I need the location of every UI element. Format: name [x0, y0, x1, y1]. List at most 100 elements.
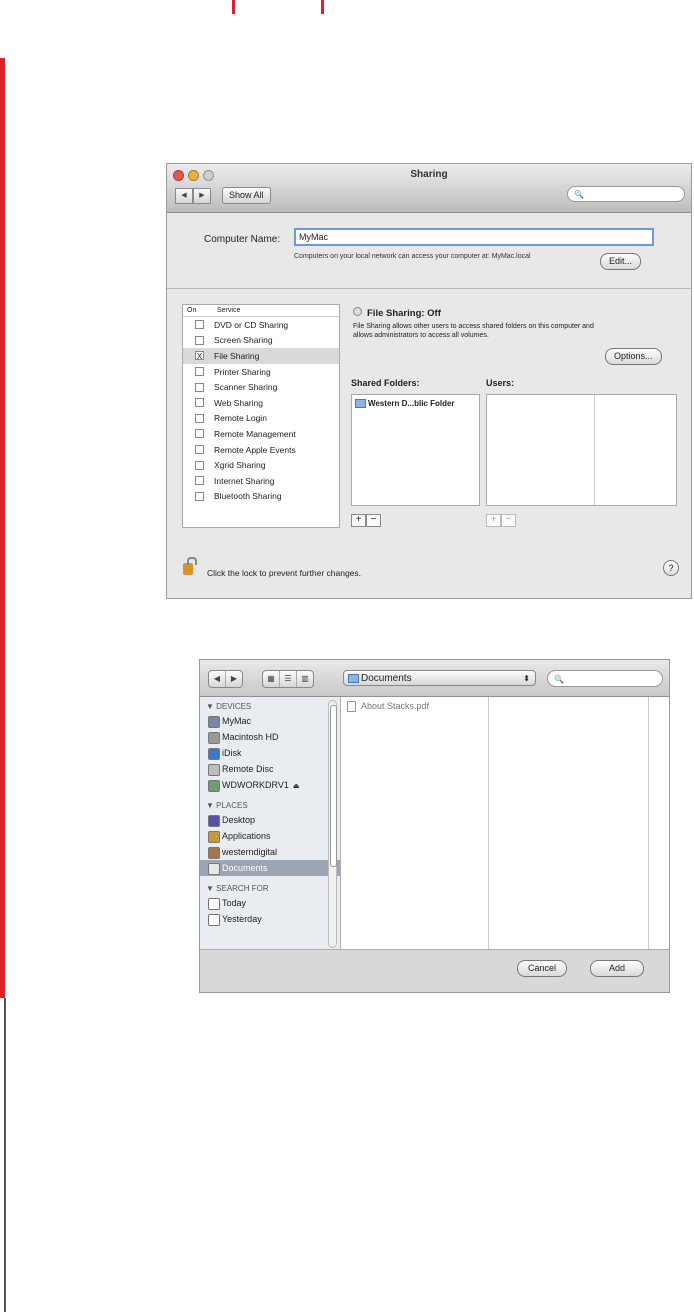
- service-row[interactable]: Web Sharing: [183, 395, 339, 411]
- service-label: Remote Management: [214, 428, 296, 439]
- service-checkbox[interactable]: [195, 398, 204, 408]
- service-checkbox[interactable]: X: [195, 351, 204, 361]
- file-item[interactable]: About Stacks.pdf: [341, 697, 488, 713]
- red-tick-mark: [232, 0, 235, 14]
- service-row[interactable]: Scanner Sharing: [183, 379, 339, 395]
- place-item[interactable]: Applications: [200, 828, 340, 844]
- users-label: Users:: [486, 378, 515, 388]
- search-field[interactable]: 🔍: [547, 670, 663, 687]
- location-popup[interactable]: Documents ⬍: [343, 670, 536, 686]
- service-checkbox[interactable]: [195, 335, 204, 345]
- device-item[interactable]: iDisk: [200, 745, 340, 761]
- users-add-remove: + −: [486, 514, 516, 527]
- add-button[interactable]: Add: [590, 960, 645, 977]
- help-button[interactable]: ?: [663, 560, 679, 576]
- shared-folders-label: Shared Folders:: [351, 378, 420, 388]
- service-label: Printer Sharing: [214, 366, 271, 377]
- device-item[interactable]: WDWORKDRV1 ⏏: [200, 777, 340, 793]
- devices-header[interactable]: ▼ DEVICES: [200, 697, 340, 713]
- service-checkbox[interactable]: [195, 460, 204, 470]
- scrollbar-thumb[interactable]: [330, 705, 337, 867]
- place-label: Applications: [222, 831, 271, 841]
- show-all-button[interactable]: Show All: [222, 187, 271, 204]
- sidebar: ▼ DEVICES MyMac Macintosh HD iDisk Remote D…: [200, 697, 341, 951]
- device-icon: [208, 780, 220, 792]
- add-user-button[interactable]: +: [486, 514, 501, 527]
- service-row[interactable]: Remote Management: [183, 426, 339, 442]
- service-row[interactable]: Xgrid Sharing: [183, 457, 339, 473]
- service-checkbox[interactable]: [195, 429, 204, 439]
- dialog-footer: Cancel Add: [200, 949, 669, 992]
- back-button[interactable]: ◀: [175, 188, 193, 204]
- file-sharing-description: File Sharing allows other users to acces…: [353, 323, 594, 339]
- add-shared-folder-button[interactable]: +: [351, 514, 366, 527]
- users-list[interactable]: [486, 394, 677, 506]
- service-row[interactable]: Internet Sharing: [183, 473, 339, 489]
- file-sharing-status: File Sharing: Off: [353, 307, 441, 319]
- search-icon: 🔍: [574, 190, 584, 199]
- shared-folder-label: Western D...blic Folder: [368, 399, 455, 408]
- list-view-icon[interactable]: ☰: [280, 671, 297, 687]
- browser-column-3[interactable]: [649, 697, 669, 951]
- back-button[interactable]: ◀: [209, 671, 226, 687]
- column-header-service: Service: [217, 307, 241, 314]
- remove-user-button[interactable]: −: [501, 514, 516, 527]
- service-checkbox[interactable]: [195, 382, 204, 392]
- service-row[interactable]: Remote Apple Events: [183, 442, 339, 458]
- device-item[interactable]: Remote Disc: [200, 761, 340, 777]
- eject-icon[interactable]: ⏏: [293, 783, 300, 790]
- sidebar-scrollbar[interactable]: [328, 700, 337, 948]
- browser-column-1[interactable]: About Stacks.pdf: [341, 697, 489, 951]
- device-icon: [208, 764, 220, 776]
- forward-button[interactable]: ▶: [193, 188, 211, 204]
- service-label: Internet Sharing: [214, 475, 275, 486]
- remove-shared-folder-button[interactable]: −: [366, 514, 381, 527]
- place-item[interactable]: Documents: [200, 860, 340, 876]
- service-row[interactable]: Remote Login: [183, 411, 339, 427]
- back-forward-buttons: ◀ ▶: [208, 670, 243, 688]
- place-item[interactable]: westerndigital: [200, 844, 340, 860]
- service-row[interactable]: Screen Sharing: [183, 333, 339, 349]
- device-label: Remote Disc: [222, 764, 274, 774]
- search-for-header[interactable]: ▼ SEARCH FOR: [200, 876, 340, 895]
- options-button[interactable]: Options...: [605, 348, 662, 365]
- back-forward-buttons: ◀ ▶: [175, 188, 211, 204]
- computer-name-input[interactable]: MyMac: [294, 228, 654, 246]
- device-item[interactable]: Macintosh HD: [200, 729, 340, 745]
- view-mode-buttons: ▦ ☰ ▥: [262, 670, 314, 688]
- service-checkbox[interactable]: [195, 476, 204, 486]
- file-name: About Stacks.pdf: [361, 701, 430, 711]
- page-margin-grey-bar: [4, 998, 6, 1312]
- place-icon: [208, 815, 220, 827]
- cancel-button[interactable]: Cancel: [517, 960, 568, 977]
- browser-column-2[interactable]: [489, 697, 649, 951]
- service-row[interactable]: Printer Sharing: [183, 364, 339, 380]
- service-checkbox[interactable]: [195, 367, 204, 377]
- place-item[interactable]: Desktop: [200, 812, 340, 828]
- edit-button[interactable]: Edit...: [600, 253, 642, 270]
- device-icon: [208, 748, 220, 760]
- places-header[interactable]: ▼ PLACES: [200, 793, 340, 812]
- saved-search-item[interactable]: Today: [200, 895, 340, 911]
- icon-view-icon[interactable]: ▦: [263, 671, 280, 687]
- service-checkbox[interactable]: [195, 491, 204, 501]
- saved-search-item[interactable]: Yesterday: [200, 911, 340, 927]
- service-checkbox[interactable]: [195, 413, 204, 423]
- sharing-window: Sharing ◀ ▶ Show All 🔍 Computer Name: My…: [166, 163, 692, 599]
- service-row[interactable]: Bluetooth Sharing: [183, 489, 339, 505]
- place-icon: [208, 847, 220, 859]
- folder-icon: [348, 673, 359, 683]
- service-checkbox[interactable]: [195, 445, 204, 455]
- column-view-icon[interactable]: ▥: [297, 671, 313, 687]
- lock-icon[interactable]: [183, 557, 197, 575]
- device-item[interactable]: MyMac: [200, 713, 340, 729]
- search-field[interactable]: 🔍: [567, 186, 685, 202]
- service-checkbox[interactable]: [195, 320, 204, 330]
- service-row[interactable]: X File Sharing: [183, 348, 339, 364]
- red-tick-mark: [321, 0, 324, 14]
- shared-folders-list[interactable]: Western D...blic Folder: [351, 394, 480, 506]
- service-row[interactable]: DVD or CD Sharing: [183, 317, 339, 333]
- shared-folder-item[interactable]: Western D...blic Folder: [352, 395, 479, 412]
- lock-message: Click the lock to prevent further change…: [207, 568, 362, 578]
- forward-button[interactable]: ▶: [226, 671, 242, 687]
